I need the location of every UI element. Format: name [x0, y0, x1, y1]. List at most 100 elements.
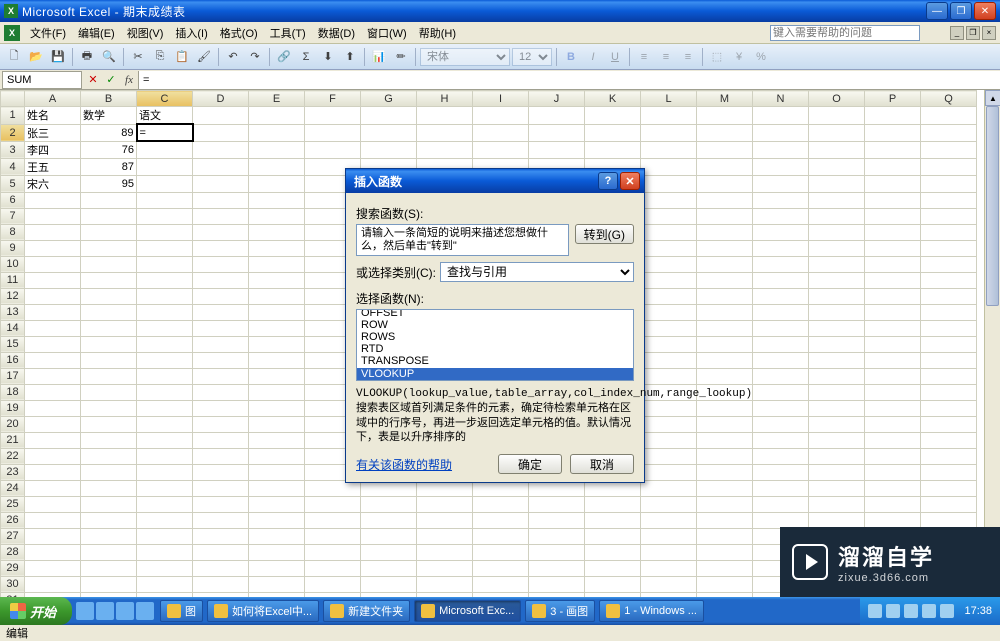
cell-C28[interactable]	[137, 544, 193, 560]
col-header-J[interactable]: J	[529, 91, 585, 107]
row-header-15[interactable]: 15	[1, 336, 25, 352]
cell-I3[interactable]	[473, 141, 529, 158]
cell-L14[interactable]	[641, 320, 697, 336]
cell-Q24[interactable]	[921, 480, 977, 496]
cell-N19[interactable]	[753, 400, 809, 416]
cell-L5[interactable]	[641, 175, 697, 192]
cell-J2[interactable]	[529, 124, 585, 141]
cell-L9[interactable]	[641, 240, 697, 256]
cell-B3[interactable]: 76	[81, 141, 137, 158]
cell-A24[interactable]	[25, 480, 81, 496]
cell-C2[interactable]: =	[137, 124, 193, 141]
cell-A13[interactable]	[25, 304, 81, 320]
cell-P15[interactable]	[865, 336, 921, 352]
cell-Q18[interactable]	[921, 384, 977, 400]
function-help-link[interactable]: 有关该函数的帮助	[356, 456, 490, 473]
col-header-Q[interactable]: Q	[921, 91, 977, 107]
help-search-input[interactable]	[770, 25, 920, 41]
currency-icon[interactable]: ¥	[729, 47, 749, 67]
doc-restore-button[interactable]: ❐	[966, 26, 980, 40]
cell-P12[interactable]	[865, 288, 921, 304]
cell-H27[interactable]	[417, 528, 473, 544]
cell-E14[interactable]	[249, 320, 305, 336]
cell-E15[interactable]	[249, 336, 305, 352]
scroll-up-icon[interactable]: ▲	[985, 90, 1000, 106]
bold-button[interactable]: B	[561, 47, 581, 67]
cell-D10[interactable]	[193, 256, 249, 272]
cell-O24[interactable]	[809, 480, 865, 496]
cell-D21[interactable]	[193, 432, 249, 448]
col-header-E[interactable]: E	[249, 91, 305, 107]
font-select[interactable]: 宋体	[420, 48, 510, 66]
taskbar-item-4[interactable]: 3 - 画图	[525, 600, 595, 622]
function-list[interactable]: MATCHOFFSETROWROWSRTDTRANSPOSEVLOOKUP	[356, 309, 634, 381]
cell-C17[interactable]	[137, 368, 193, 384]
cell-D14[interactable]	[193, 320, 249, 336]
cell-L17[interactable]	[641, 368, 697, 384]
cell-M30[interactable]	[697, 576, 753, 592]
row-header-5[interactable]: 5	[1, 175, 25, 192]
taskbar-item-2[interactable]: 新建文件夹	[323, 600, 410, 622]
cell-J28[interactable]	[529, 544, 585, 560]
cell-L16[interactable]	[641, 352, 697, 368]
cell-P18[interactable]	[865, 384, 921, 400]
cell-K29[interactable]	[585, 560, 641, 576]
cell-N10[interactable]	[753, 256, 809, 272]
cell-N23[interactable]	[753, 464, 809, 480]
row-header-9[interactable]: 9	[1, 240, 25, 256]
cell-O13[interactable]	[809, 304, 865, 320]
chart-icon[interactable]: 📊	[369, 47, 389, 67]
cell-P25[interactable]	[865, 496, 921, 512]
merge-icon[interactable]: ⬚	[707, 47, 727, 67]
cell-M1[interactable]	[697, 107, 753, 125]
cell-M6[interactable]	[697, 192, 753, 208]
copy-icon[interactable]: ⎘	[150, 47, 170, 67]
cell-A20[interactable]	[25, 416, 81, 432]
cell-G29[interactable]	[361, 560, 417, 576]
cell-O23[interactable]	[809, 464, 865, 480]
cell-N18[interactable]	[753, 384, 809, 400]
cell-A8[interactable]	[25, 224, 81, 240]
cell-F30[interactable]	[305, 576, 361, 592]
cell-C29[interactable]	[137, 560, 193, 576]
cell-O7[interactable]	[809, 208, 865, 224]
cell-O22[interactable]	[809, 448, 865, 464]
cell-E26[interactable]	[249, 512, 305, 528]
cell-L27[interactable]	[641, 528, 697, 544]
row-header-25[interactable]: 25	[1, 496, 25, 512]
function-item-vlookup[interactable]: VLOOKUP	[357, 368, 633, 380]
chrome-icon[interactable]	[116, 602, 134, 620]
cell-L15[interactable]	[641, 336, 697, 352]
cell-M24[interactable]	[697, 480, 753, 496]
cell-K25[interactable]	[585, 496, 641, 512]
name-box[interactable]: SUM	[2, 71, 82, 89]
cell-P9[interactable]	[865, 240, 921, 256]
cell-Q2[interactable]	[921, 124, 977, 141]
cell-L10[interactable]	[641, 256, 697, 272]
cell-B10[interactable]	[81, 256, 137, 272]
cell-Q15[interactable]	[921, 336, 977, 352]
row-header-22[interactable]: 22	[1, 448, 25, 464]
redo-icon[interactable]: ↷	[245, 47, 265, 67]
row-header-29[interactable]: 29	[1, 560, 25, 576]
cell-G28[interactable]	[361, 544, 417, 560]
cell-C1[interactable]: 语文	[137, 107, 193, 125]
search-function-input[interactable]: 请输入一条简短的说明来描述您想做什么，然后单击"转到"	[356, 224, 569, 256]
hyperlink-icon[interactable]: 🔗	[274, 47, 294, 67]
row-header-17[interactable]: 17	[1, 368, 25, 384]
cell-I2[interactable]	[473, 124, 529, 141]
cell-O3[interactable]	[809, 141, 865, 158]
scroll-thumb[interactable]	[986, 106, 999, 306]
cell-E22[interactable]	[249, 448, 305, 464]
cell-M28[interactable]	[697, 544, 753, 560]
cell-Q19[interactable]	[921, 400, 977, 416]
cell-N8[interactable]	[753, 224, 809, 240]
music-icon[interactable]	[136, 602, 154, 620]
cell-O6[interactable]	[809, 192, 865, 208]
cell-C24[interactable]	[137, 480, 193, 496]
cell-D5[interactable]	[193, 175, 249, 192]
cell-Q25[interactable]	[921, 496, 977, 512]
cell-D25[interactable]	[193, 496, 249, 512]
tray-icon[interactable]	[868, 604, 882, 618]
cell-M2[interactable]	[697, 124, 753, 141]
